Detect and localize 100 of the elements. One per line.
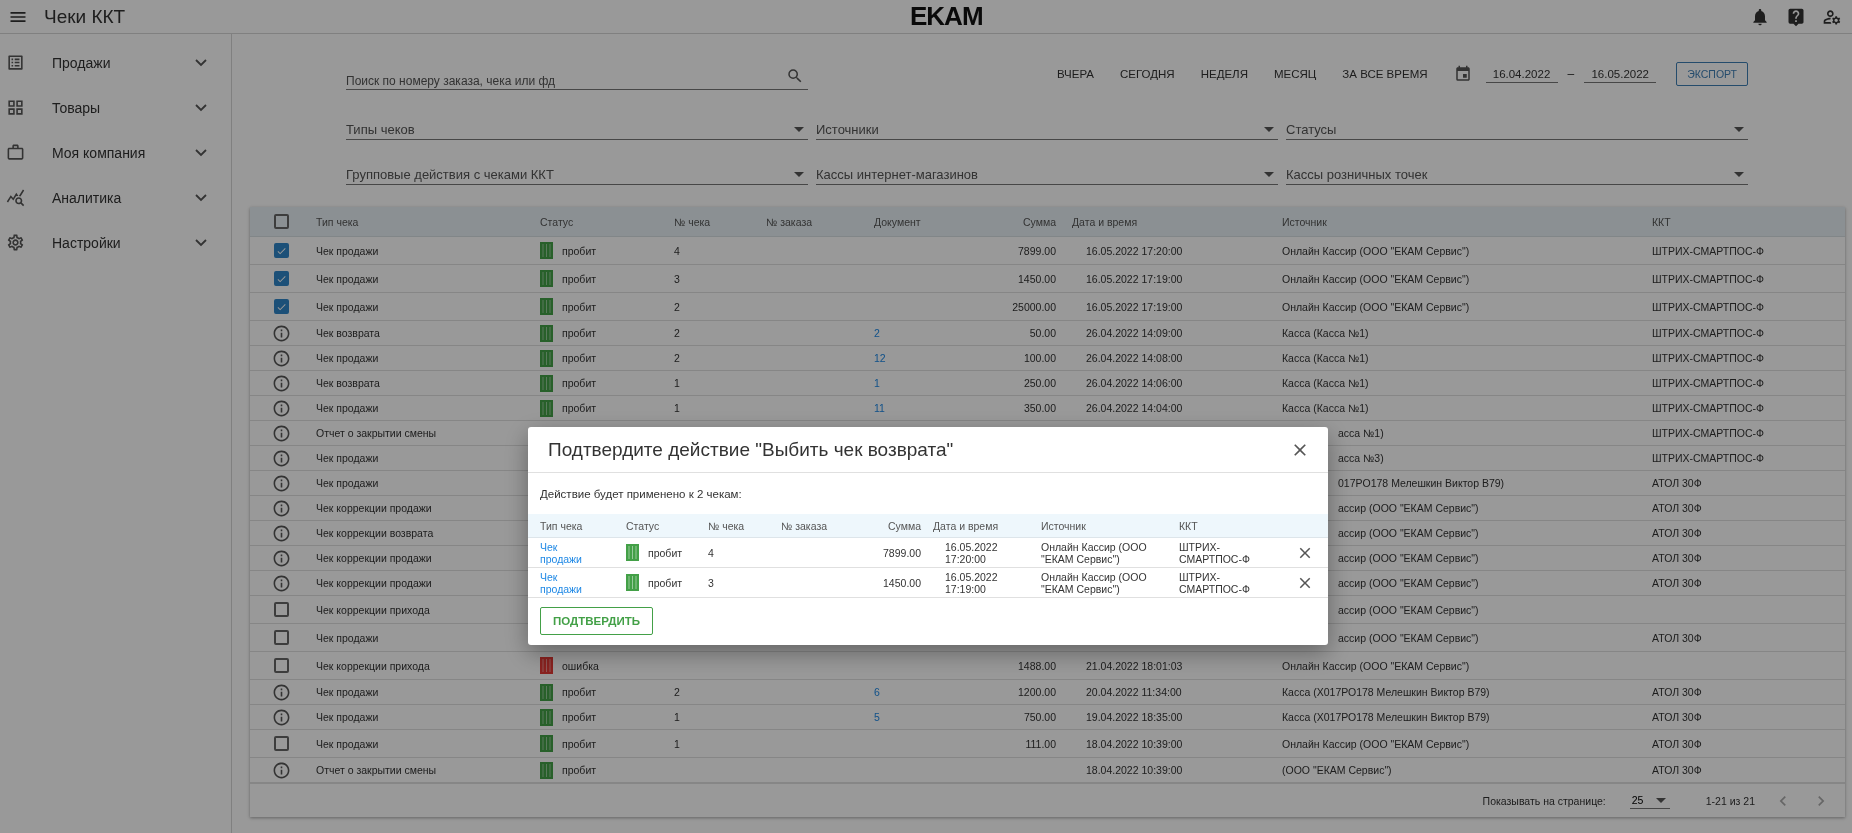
status-text: пробит [562, 327, 597, 339]
search-field[interactable]: Поиск по номеру заказа, чека или фд [346, 62, 808, 90]
info-icon[interactable] [271, 573, 291, 593]
table-cell-text: 7899.00 [882, 546, 921, 559]
table-cell-text: 4 [673, 244, 681, 257]
info-icon[interactable] [271, 323, 291, 343]
receipt-link[interactable]: Чек продажи [528, 540, 598, 565]
header-checkbox[interactable] [273, 214, 289, 229]
info-icon[interactable] [271, 523, 291, 543]
period-button[interactable]: МЕСЯЦ [1263, 64, 1327, 84]
table-cell-text: Онлайн Кассир (ООО "ЕКАМ Сервис") [1281, 244, 1471, 257]
row-checkbox[interactable] [273, 658, 289, 673]
row-checkbox[interactable] [273, 271, 289, 286]
document-link[interactable]: 12 [874, 352, 886, 364]
info-icon[interactable] [271, 423, 291, 443]
row-checkbox[interactable] [273, 243, 289, 258]
row-checkbox[interactable] [273, 630, 289, 645]
document-link[interactable]: 2 [874, 327, 880, 339]
row-checkbox[interactable] [273, 602, 289, 617]
status-text: пробит [562, 272, 597, 285]
info-icon[interactable] [271, 707, 291, 727]
row-checkbox[interactable] [273, 736, 289, 751]
table-cell-text: ШТРИХ-СМАРТПОС-Ф [1651, 272, 1766, 285]
filter-select[interactable]: Кассы интернет-магазинов [816, 160, 1278, 185]
table-cell-text: ШТРИХ-СМАРТПОС-Ф [1651, 352, 1766, 364]
info-icon[interactable] [271, 473, 291, 493]
info-icon[interactable] [271, 348, 291, 368]
grid-icon [6, 98, 25, 117]
table-cell-text: 017PO178 Мелешкин Виктор B79) [1337, 477, 1506, 489]
table-cell-text: Чек продажи [315, 477, 380, 489]
info-icon[interactable] [271, 398, 291, 418]
confirm-button[interactable]: ПОДТВЕРДИТЬ [540, 607, 653, 635]
row-checkbox[interactable] [273, 299, 289, 314]
period-button[interactable]: НЕДЕЛЯ [1190, 64, 1258, 84]
table-cell-text: 26.04.2022 14:09:00 [1085, 327, 1184, 339]
table-cell-text: Касса (Касса №1) [1281, 327, 1370, 339]
date-field[interactable]: 16.05.2022 [1584, 65, 1657, 83]
filter-select[interactable]: Групповые действия с чеками ККТ [346, 160, 808, 185]
table-cell-text: ШТРИХ-СМАРТПОС-Ф [1178, 570, 1251, 595]
sidebar-item[interactable]: Моя компания [0, 130, 231, 175]
briefcase-icon [6, 143, 25, 162]
table-cell-text: АТОЛ 30Ф [1651, 577, 1703, 589]
table-cell-text: Чек коррекции продажи [315, 502, 433, 514]
export-button[interactable]: ЭКСПОРТ [1676, 62, 1748, 86]
table-cell-text: 1 [673, 377, 681, 389]
table-cell-text: Касса (Х017РО178 Мелешкин Виктор В79) [1281, 686, 1491, 698]
sidebar-item[interactable]: Аналитика [0, 175, 231, 220]
period-button[interactable]: СЕГОДНЯ [1110, 64, 1185, 84]
table-cell-text: Онлайн Кассир (ООО "ЕКАМ Сервис") [1281, 659, 1471, 672]
document-link[interactable]: 1 [874, 377, 880, 389]
table-cell-text: Отчет о закрытии смены [315, 427, 438, 439]
column-header: Дата и время [932, 519, 1000, 532]
table-cell-text: Чек продажи [315, 300, 380, 313]
page-size-select[interactable]: 25 [1629, 792, 1670, 809]
document-link[interactable]: 11 [874, 402, 885, 414]
sidebar-item[interactable]: Продажи [0, 40, 231, 85]
date-field[interactable]: 16.04.2022 [1485, 65, 1558, 83]
table-cell-text: Онлайн Кассир (ООО "ЕКАМ Сервис") [1281, 300, 1471, 313]
page-size-label: Показывать на странице: [1482, 794, 1606, 807]
table-cell-text: Чек коррекции прихода [315, 603, 431, 616]
table-cell-text: 50.00 [1028, 327, 1057, 339]
sidebar-item[interactable]: Товары [0, 85, 231, 130]
list-icon [6, 53, 25, 72]
column-header: ККТ [1651, 215, 1672, 228]
info-icon[interactable] [271, 760, 291, 780]
table-cell-text: ШТРИХ-СМАРТПОС-Ф [1651, 300, 1766, 313]
period-button[interactable]: ВЧЕРА [1046, 64, 1104, 84]
table-cell-text: 1 [673, 737, 681, 750]
filter-select[interactable]: Типы чеков [346, 115, 808, 140]
table-cell-text: 2 [673, 300, 681, 313]
column-header: Сумма [1022, 215, 1057, 228]
table-cell-text: Чек продажи [315, 737, 380, 750]
receipt-link[interactable]: Чек продажи [528, 570, 598, 595]
info-icon[interactable] [271, 448, 291, 468]
info-icon[interactable] [271, 548, 291, 568]
filter-select[interactable]: Статусы [1286, 115, 1748, 140]
sidebar-item[interactable]: Настройки [0, 220, 231, 265]
info-icon[interactable] [271, 498, 291, 518]
document-link[interactable]: 6 [874, 686, 880, 698]
table-cell-text: ШТРИХ-СМАРТПОС-Ф [1651, 244, 1766, 257]
table-cell-text: 2 [673, 327, 681, 339]
period-button[interactable]: ЗА ВСЕ ВРЕМЯ [1332, 64, 1438, 84]
table-cell-text: Чек продажи [315, 711, 380, 723]
column-header: № чека [673, 215, 712, 228]
dropdown-icon [794, 171, 804, 177]
filter-select[interactable]: Источники [816, 115, 1278, 140]
info-icon[interactable] [271, 373, 291, 393]
filter-select[interactable]: Кассы розничных точек [1286, 160, 1748, 185]
table-cell-text: асса №1) [1337, 427, 1385, 439]
column-header: № заказа [780, 519, 829, 532]
table-cell-text: ШТРИХ-СМАРТПОС-Ф [1651, 327, 1766, 339]
table-cell-text: Чек коррекции прихода [315, 659, 431, 672]
document-link[interactable]: 5 [874, 711, 880, 723]
table-cell-text: Касса (Касса №1) [1281, 402, 1370, 414]
table-cell-text: 111.00 [1024, 737, 1057, 750]
info-icon[interactable] [271, 682, 291, 702]
page-range: 1-21 из 21 [1705, 794, 1755, 807]
table-cell-text: АТОЛ 30Ф [1651, 502, 1703, 514]
search-icon[interactable] [786, 67, 804, 85]
logo: EKAM [910, 1, 983, 32]
